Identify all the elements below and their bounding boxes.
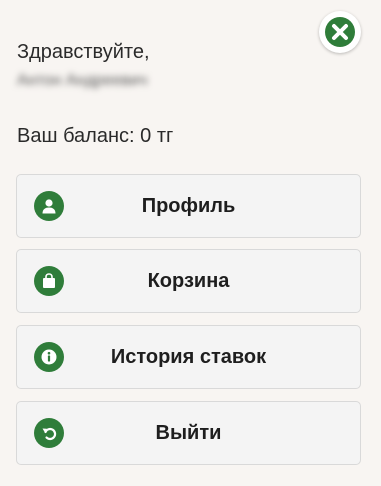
cart-label: Корзина <box>147 269 230 292</box>
user-icon <box>34 191 64 221</box>
balance-currency: тг <box>156 125 174 147</box>
shopping-bag-icon <box>34 266 64 296</box>
user-name: Антон Андреевич <box>17 72 148 89</box>
bet-history-button[interactable]: История ставок <box>16 325 361 389</box>
cart-button[interactable]: Корзина <box>16 249 361 313</box>
close-button[interactable] <box>319 11 361 53</box>
close-icon <box>325 17 355 47</box>
profile-label: Профиль <box>141 194 236 217</box>
profile-button[interactable]: Профиль <box>16 174 361 238</box>
balance-label: Ваш баланс: <box>17 125 135 147</box>
info-icon <box>34 342 64 372</box>
logout-button[interactable]: Выйти <box>16 401 361 465</box>
balance-text: Ваш баланс: 0 тг <box>17 124 173 148</box>
account-panel: Здравствуйте, Антон Андреевич Ваш баланс… <box>0 0 381 486</box>
balance-amount: 0 <box>140 125 152 147</box>
undo-icon <box>34 418 64 448</box>
logout-label: Выйти <box>155 421 222 444</box>
bet-history-label: История ставок <box>110 345 267 368</box>
greeting-text: Здравствуйте, <box>17 41 150 63</box>
